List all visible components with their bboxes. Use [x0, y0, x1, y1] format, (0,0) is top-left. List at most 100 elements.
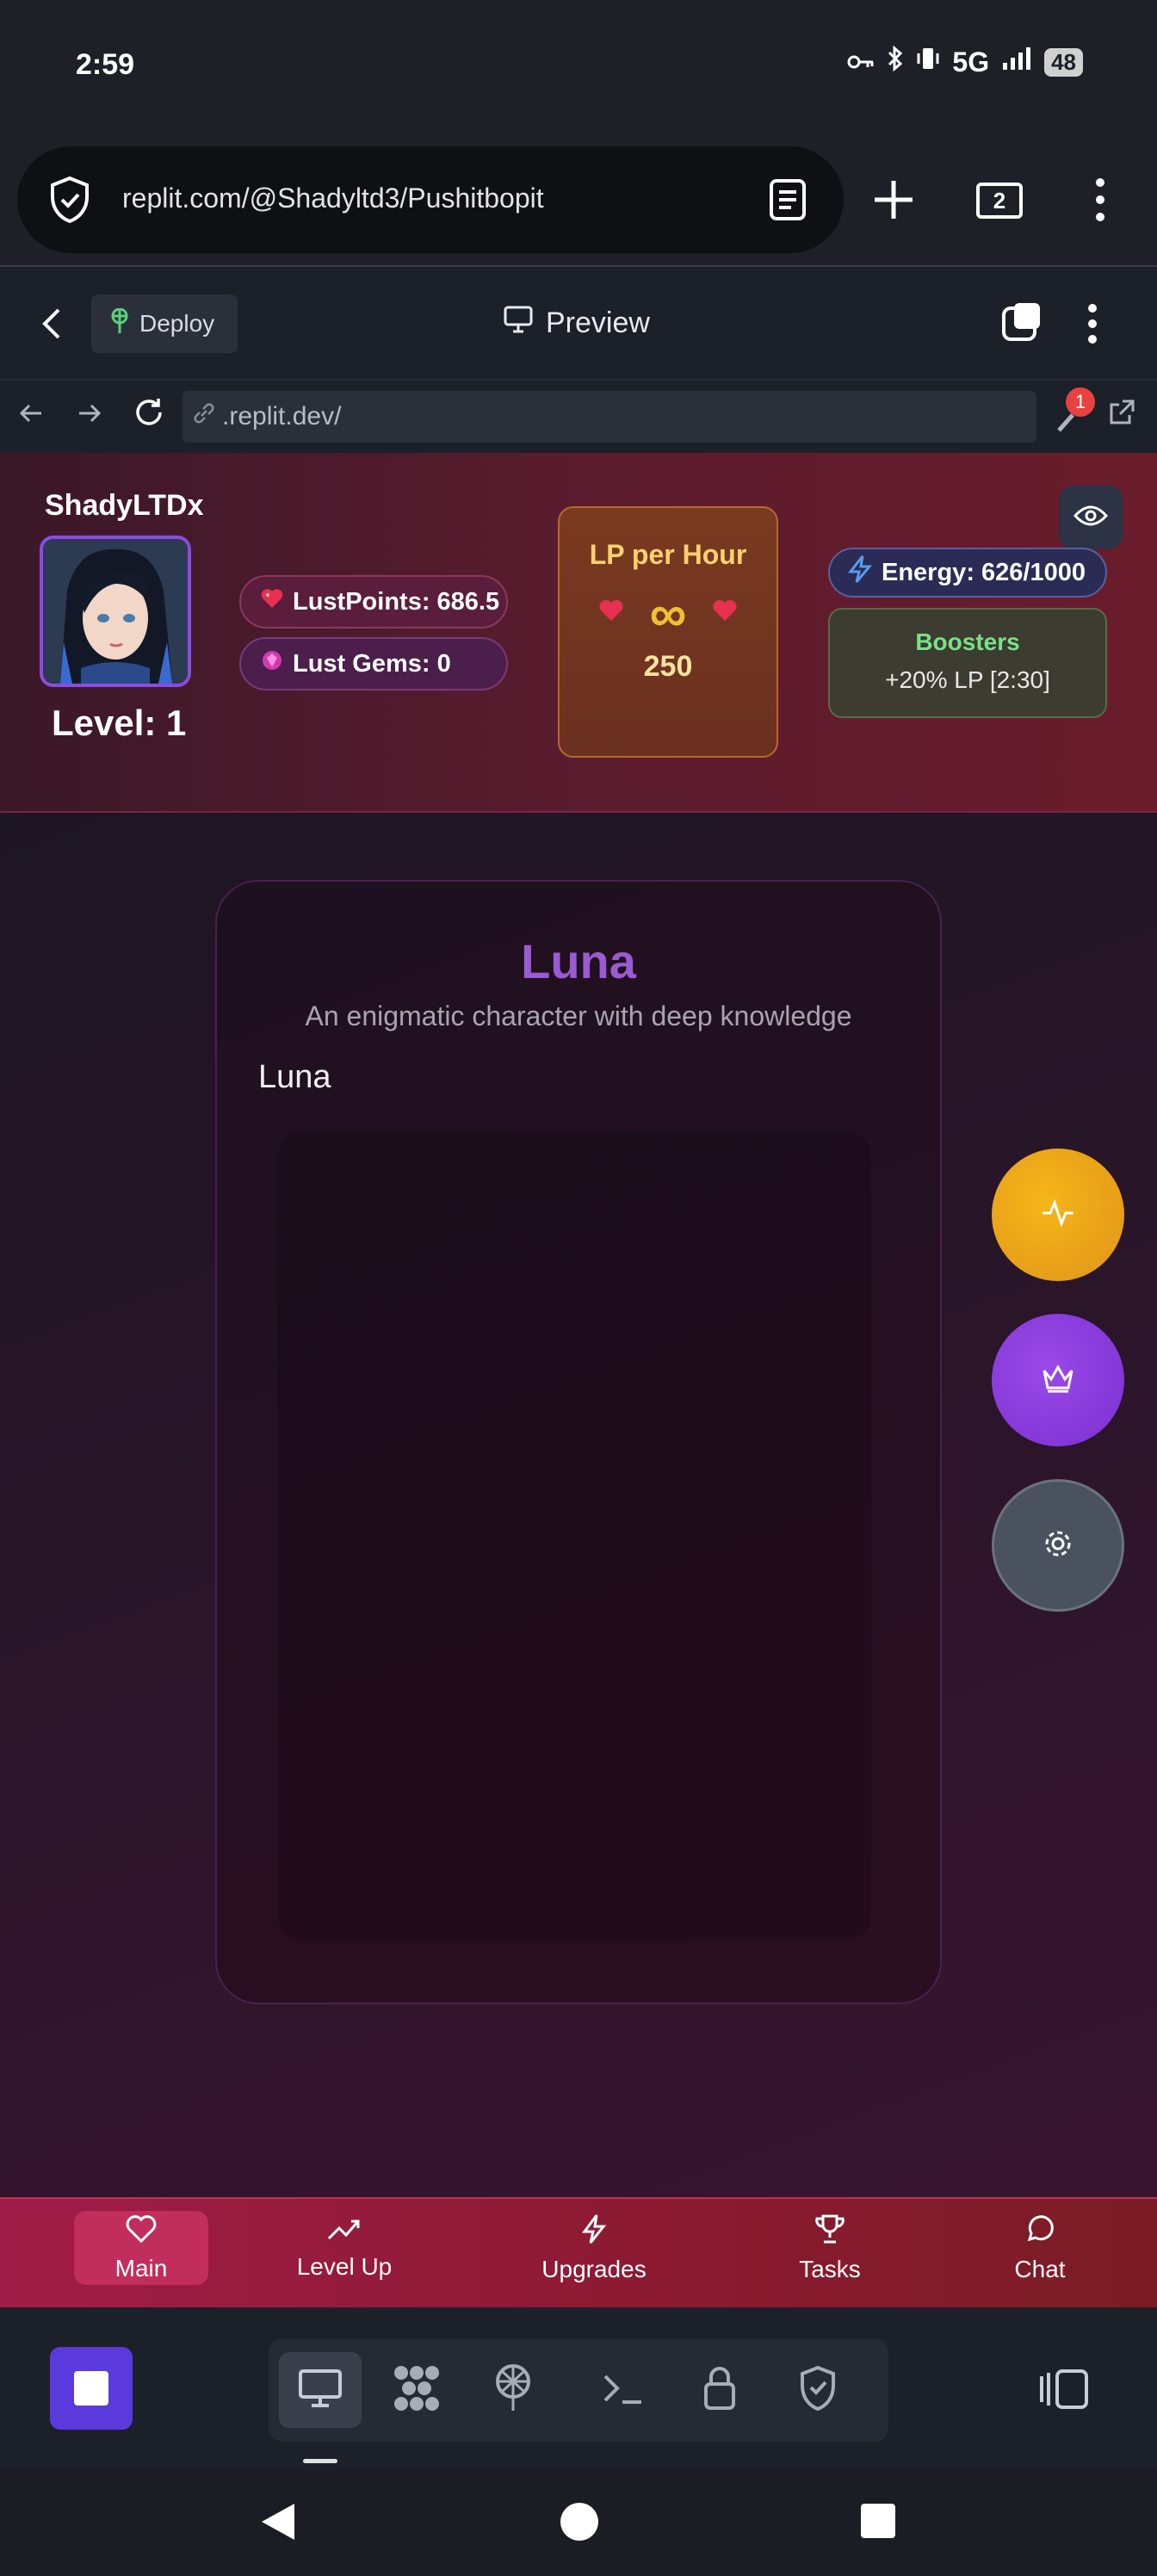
vip-button[interactable]	[992, 1314, 1124, 1446]
shield-check-icon	[798, 2365, 838, 2416]
system-back-icon[interactable]	[260, 2502, 296, 2546]
monitor-icon	[503, 305, 534, 342]
preview-url-field[interactable]: .replit.dev/	[183, 391, 1036, 443]
devtools-badge: 1	[1066, 387, 1095, 417]
lust-points-badge: LustPoints: 686.5	[239, 575, 508, 629]
reader-mode-icon[interactable]	[768, 177, 807, 226]
tool-workspace[interactable]	[375, 2352, 458, 2428]
app-viewport: ShadyLTDx Level: 1 LustPoints: 686.5 Lus…	[0, 453, 1157, 2307]
nav-forward-icon[interactable]	[76, 399, 103, 431]
preview-url-text: .replit.dev/	[222, 402, 342, 430]
tool-deployments[interactable]	[472, 2352, 554, 2428]
lock-icon	[702, 2365, 737, 2416]
link-icon	[191, 400, 217, 433]
infinity-symbol: ∞	[649, 585, 687, 642]
lust-points-label: LustPoints: 686.5	[293, 587, 500, 616]
nav-level-up[interactable]: Level Up	[284, 2211, 405, 2285]
character-image-alt: Luna	[258, 1059, 331, 1095]
browser-bar: replit.com/@Shadyltd3/Pushitbopit 2	[0, 129, 1157, 267]
nav-back-icon[interactable]	[17, 399, 45, 431]
deploy-button[interactable]: Deploy	[91, 294, 238, 353]
preview-label: Preview	[546, 307, 650, 339]
avatar[interactable]	[40, 536, 191, 687]
monitor-icon	[298, 2369, 343, 2412]
status-icons: 5G 48	[847, 45, 1083, 79]
lp-per-hour-card: LP per Hour ∞ 250	[558, 506, 778, 758]
tab-switcher-button[interactable]: 2	[976, 183, 1023, 219]
boosters-title: Boosters	[915, 629, 1020, 655]
heart-gem-icon	[260, 587, 284, 616]
address-bar[interactable]: replit.com/@Shadyltd3/Pushitbopit	[17, 146, 844, 253]
url-text[interactable]: replit.com/@Shadyltd3/Pushitbopit	[122, 183, 544, 214]
replit-bottom-toolbar	[0, 2307, 1157, 2469]
back-arrow-icon[interactable]	[41, 307, 62, 345]
boosters-value: +20% LP [2:30]	[885, 666, 1050, 693]
lp-per-hour-value: 250	[643, 650, 693, 683]
heart-right-icon	[712, 598, 738, 629]
username: ShadyLTDx	[45, 489, 204, 522]
lp-symbol-row: ∞	[560, 584, 776, 643]
nav-upgrades[interactable]: Upgrades	[525, 2211, 663, 2285]
system-home-icon[interactable]	[560, 2502, 599, 2546]
stop-icon	[74, 2371, 108, 2406]
heart-left-icon	[598, 598, 624, 629]
preview-nav-bar: .replit.dev/ 1	[0, 379, 1157, 453]
open-external-icon[interactable]	[1107, 398, 1136, 431]
more-menu-icon[interactable]	[1093, 177, 1107, 226]
system-recents-icon[interactable]	[861, 2504, 895, 2542]
system-nav-bar	[0, 2469, 1157, 2576]
bluetooth-icon	[887, 45, 904, 79]
vpn-key-icon	[847, 46, 875, 78]
nav-level-up-label: Level Up	[296, 2252, 393, 2280]
nav-tasks[interactable]: Tasks	[778, 2211, 882, 2285]
bottom-nav: Main Level Up Upgrades Tasks Chat	[0, 2197, 1157, 2307]
signal-icon	[1001, 46, 1032, 78]
active-tool-indicator	[303, 2459, 337, 2463]
bolt-icon	[581, 2214, 607, 2251]
energy-label: Energy: 626/1000	[882, 558, 1086, 586]
tool-switcher	[269, 2338, 888, 2442]
nav-upgrades-label: Upgrades	[541, 2255, 647, 2282]
deploy-label: Deploy	[139, 310, 215, 337]
refresh-icon[interactable]	[133, 396, 165, 433]
avatar-portrait	[43, 539, 188, 684]
preview-tab[interactable]: Preview	[503, 305, 650, 342]
grid-blob-icon	[391, 2364, 442, 2417]
nav-chat-label: Chat	[1014, 2255, 1066, 2282]
sidebar-toggle-icon[interactable]	[1040, 2368, 1090, 2415]
nav-main[interactable]: Main	[74, 2211, 208, 2285]
nav-main-label: Main	[114, 2254, 168, 2282]
pulse-icon	[1041, 1198, 1075, 1233]
chat-icon	[1024, 2214, 1055, 2251]
tool-preview[interactable]	[279, 2352, 362, 2428]
gem-icon	[260, 649, 284, 678]
tool-security[interactable]	[776, 2352, 859, 2428]
character-card[interactable]: Luna An enigmatic character with deep kn…	[215, 880, 942, 2004]
player-header: ShadyLTDx Level: 1 LustPoints: 686.5 Lus…	[0, 453, 1157, 813]
site-security-icon[interactable]	[48, 176, 91, 228]
tool-shell[interactable]	[582, 2352, 665, 2428]
character-image-area	[277, 1131, 871, 1941]
kebab-menu-icon[interactable]	[1086, 303, 1098, 349]
character-name: Luna	[521, 934, 636, 988]
activity-button[interactable]	[992, 1149, 1124, 1281]
deploy-icon	[108, 307, 131, 340]
boosters-card[interactable]: Boosters +20% LP [2:30]	[828, 608, 1107, 718]
player-level: Level: 1	[52, 703, 187, 743]
gear-icon	[1041, 1526, 1075, 1565]
vibrate-icon	[916, 46, 940, 78]
status-bar: 2:59 5G 48	[0, 0, 1157, 129]
terminal-icon	[602, 2371, 645, 2410]
tool-secrets[interactable]	[678, 2352, 761, 2428]
lust-gems-badge: Lust Gems: 0	[239, 637, 508, 690]
nav-tasks-label: Tasks	[799, 2255, 861, 2282]
new-window-icon[interactable]	[1000, 300, 1043, 347]
nav-chat[interactable]: Chat	[997, 2211, 1083, 2285]
toggle-visibility-button[interactable]	[1059, 486, 1123, 549]
settings-button[interactable]	[992, 1479, 1124, 1612]
trophy-icon	[814, 2214, 846, 2251]
stop-button[interactable]	[50, 2347, 133, 2430]
trending-up-icon	[327, 2216, 362, 2248]
new-tab-icon[interactable]	[869, 176, 918, 224]
heart-icon	[125, 2214, 158, 2250]
